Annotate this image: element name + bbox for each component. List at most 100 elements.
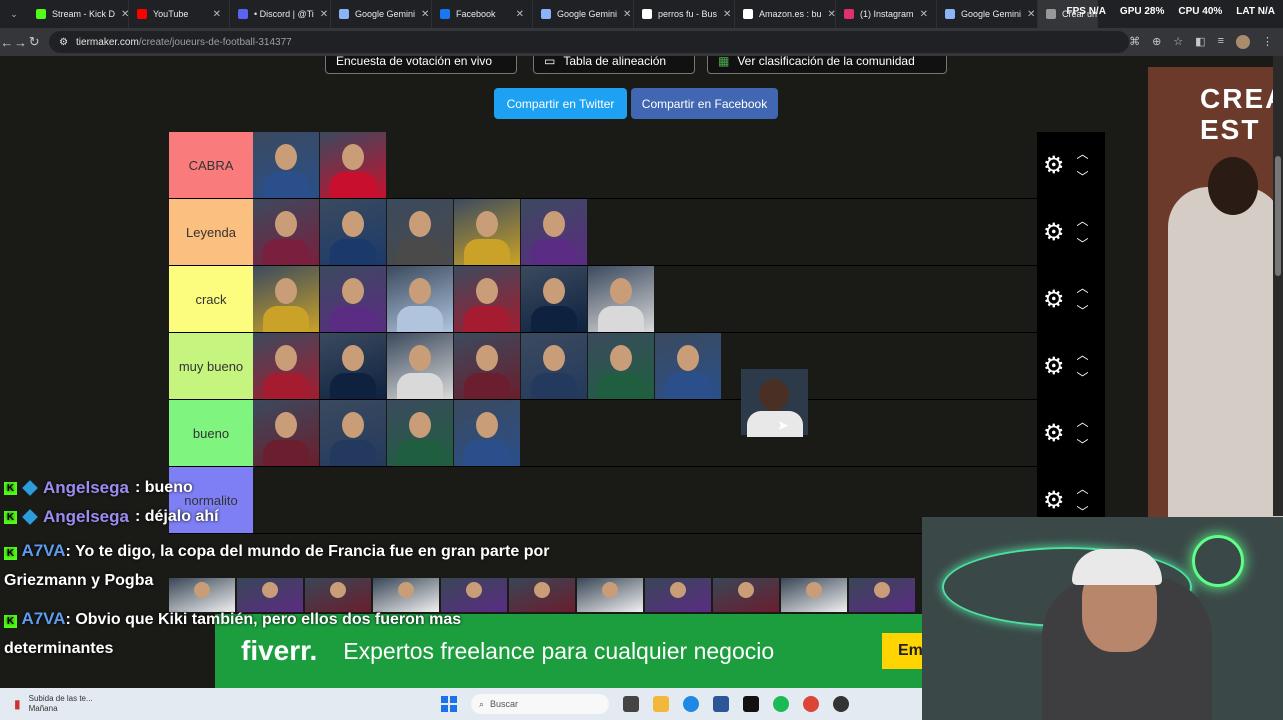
- app-icon[interactable]: [833, 696, 849, 712]
- player-card[interactable]: [253, 266, 319, 332]
- task-view-icon[interactable]: [623, 696, 639, 712]
- dragged-player-card[interactable]: [741, 369, 808, 437]
- share-facebook-button[interactable]: Compartir en Facebook: [631, 88, 778, 119]
- tier-label[interactable]: bueno: [169, 400, 253, 466]
- chevron-down-icon[interactable]: ﹀: [1077, 369, 1089, 386]
- chevron-down-icon[interactable]: ﹀: [1077, 168, 1089, 185]
- chevron-up-icon[interactable]: ︿: [1077, 279, 1089, 296]
- tab-list-button[interactable]: ⌄: [0, 0, 28, 28]
- close-icon[interactable]: ✕: [213, 9, 221, 20]
- reload-icon[interactable]: ↻: [27, 34, 41, 50]
- chevron-up-icon[interactable]: ︿: [1077, 212, 1089, 229]
- browser-tab[interactable]: (1) Instagram ✕: [836, 0, 937, 28]
- browser-tab[interactable]: Google Gemini ✕: [533, 0, 634, 28]
- browser-tab[interactable]: Facebook ✕: [432, 0, 533, 28]
- chevron-up-icon[interactable]: ︿: [1077, 480, 1089, 497]
- close-icon[interactable]: ✕: [320, 9, 328, 20]
- player-card[interactable]: [253, 333, 319, 399]
- chat-username[interactable]: Angelsega: [43, 507, 129, 527]
- pool-player-card[interactable]: [577, 578, 643, 612]
- player-card[interactable]: [454, 199, 520, 265]
- browser-tab[interactable]: perros fu - Bus ✕: [634, 0, 735, 28]
- edge-icon[interactable]: [683, 696, 699, 712]
- gear-icon[interactable]: ⚙: [1043, 285, 1065, 314]
- gear-icon[interactable]: ⚙: [1043, 218, 1065, 247]
- alignment-table-button[interactable]: ▭ Tabla de alineación: [533, 56, 695, 74]
- windows-start-icon[interactable]: [441, 696, 457, 712]
- chevron-up-icon[interactable]: ︿: [1077, 346, 1089, 363]
- chevron-down-icon[interactable]: ﹀: [1077, 302, 1089, 319]
- browser-tab[interactable]: Stream - Kick D ✕: [28, 0, 129, 28]
- player-card[interactable]: [320, 400, 386, 466]
- pool-player-card[interactable]: [849, 578, 915, 612]
- pool-player-card[interactable]: [781, 578, 847, 612]
- player-card[interactable]: [320, 132, 386, 198]
- player-card[interactable]: [253, 400, 319, 466]
- taskbar-notification[interactable]: ▮ Subida de las te... Mañana: [14, 694, 93, 714]
- chat-username[interactable]: A7VA: [21, 541, 65, 560]
- tier-label[interactable]: Leyenda: [169, 199, 253, 265]
- close-icon[interactable]: ✕: [421, 9, 429, 20]
- close-icon[interactable]: ✕: [516, 9, 524, 20]
- chat-username[interactable]: A7VA: [21, 609, 65, 628]
- gear-icon[interactable]: ⚙: [1043, 151, 1065, 180]
- browser-tab[interactable]: • Discord | @Ti ✕: [230, 0, 331, 28]
- forward-icon[interactable]: →: [14, 35, 28, 50]
- player-card[interactable]: [320, 333, 386, 399]
- gear-icon[interactable]: ⚙: [1043, 486, 1065, 515]
- taskbar-search[interactable]: ⌕ Buscar: [471, 694, 609, 714]
- player-card[interactable]: [655, 333, 721, 399]
- share-twitter-button[interactable]: Compartir en Twitter: [494, 88, 627, 119]
- player-card[interactable]: [521, 333, 587, 399]
- yahoo-icon[interactable]: [743, 696, 759, 712]
- scrollbar-thumb[interactable]: [1275, 156, 1281, 276]
- close-icon[interactable]: ✕: [623, 9, 631, 20]
- browser-tab[interactable]: Google Gemini ✕: [937, 0, 1038, 28]
- community-ranking-button[interactable]: ▦ Ver clasificación de la comunidad: [707, 56, 947, 74]
- player-card[interactable]: [387, 400, 453, 466]
- player-card[interactable]: [387, 199, 453, 265]
- menu-icon[interactable]: ⋮: [1262, 35, 1273, 49]
- media-icon[interactable]: ≡: [1218, 35, 1224, 49]
- tier-label[interactable]: crack: [169, 266, 253, 332]
- close-icon[interactable]: ✕: [828, 9, 835, 20]
- player-card[interactable]: [454, 266, 520, 332]
- browser-tab[interactable]: Google Gemini ✕: [331, 0, 432, 28]
- chevron-up-icon[interactable]: ︿: [1077, 145, 1089, 162]
- close-icon[interactable]: ✕: [121, 9, 128, 20]
- player-card[interactable]: [253, 199, 319, 265]
- close-icon[interactable]: ✕: [723, 9, 731, 20]
- translate-icon[interactable]: ⌘: [1129, 35, 1140, 49]
- player-card[interactable]: [387, 266, 453, 332]
- close-icon[interactable]: ✕: [1027, 9, 1035, 20]
- site-info-icon[interactable]: ⚙: [59, 37, 68, 48]
- live-vote-button[interactable]: Encuesta de votación en vivo: [325, 56, 517, 74]
- pool-player-card[interactable]: [713, 578, 779, 612]
- file-explorer-icon[interactable]: [653, 696, 669, 712]
- player-card[interactable]: [320, 199, 386, 265]
- bookmark-star-icon[interactable]: ☆: [1173, 35, 1183, 49]
- url-field[interactable]: ⚙ tiermaker.com/create/joueurs-de-footba…: [49, 31, 1130, 53]
- chevron-down-icon[interactable]: ﹀: [1077, 235, 1089, 252]
- close-icon[interactable]: ✕: [920, 9, 928, 20]
- ad-cta-button[interactable]: Em: [882, 633, 923, 669]
- gear-icon[interactable]: ⚙: [1043, 352, 1065, 381]
- chevron-down-icon[interactable]: ﹀: [1077, 436, 1089, 453]
- pool-player-card[interactable]: [645, 578, 711, 612]
- player-card[interactable]: [588, 333, 654, 399]
- player-card[interactable]: [454, 333, 520, 399]
- extensions-icon[interactable]: ◧: [1195, 35, 1205, 49]
- back-icon[interactable]: ←: [0, 35, 14, 50]
- player-card[interactable]: [454, 400, 520, 466]
- chevron-up-icon[interactable]: ︿: [1077, 413, 1089, 430]
- tier-label[interactable]: muy bueno: [169, 333, 253, 399]
- browser-tab[interactable]: Amazon.es : bu ✕: [735, 0, 836, 28]
- store-icon[interactable]: [713, 696, 729, 712]
- profile-avatar[interactable]: [1236, 35, 1250, 49]
- player-card[interactable]: [320, 266, 386, 332]
- player-card[interactable]: [253, 132, 319, 198]
- player-card[interactable]: [588, 266, 654, 332]
- player-card[interactable]: [387, 333, 453, 399]
- browser-tab[interactable]: YouTube ✕: [129, 0, 230, 28]
- chat-username[interactable]: Angelsega: [43, 478, 129, 498]
